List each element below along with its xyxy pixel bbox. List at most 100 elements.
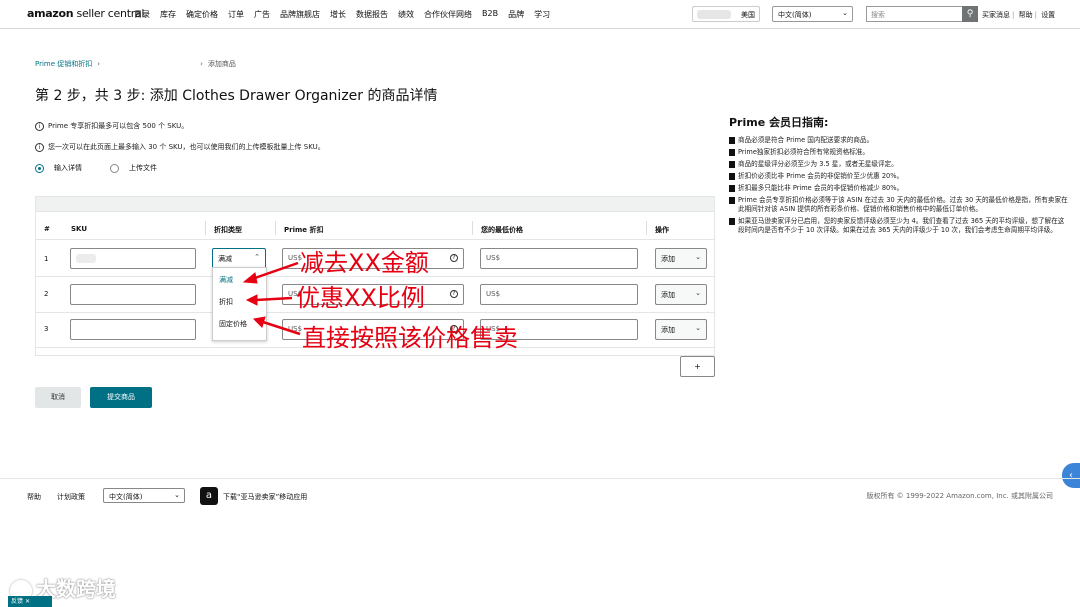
buyer-messages-link[interactable]: 买家消息: [982, 11, 1010, 19]
chevron-down-icon: ⌄: [695, 289, 701, 297]
guide-title: Prime 会员日指南:: [729, 116, 829, 129]
nav-orders[interactable]: 订单: [228, 9, 244, 20]
guide-item-text: 商品必须是符合 Prime 国内配送要求的商品。: [738, 136, 874, 144]
footer-policy-link[interactable]: 计划政策: [57, 492, 85, 502]
action-select[interactable]: 添加 ⌄: [655, 284, 707, 305]
nav-partner-network[interactable]: 合作伙伴网络: [424, 9, 472, 20]
discount-type-value: 满减: [218, 255, 232, 263]
nav-growth[interactable]: 增长: [330, 9, 346, 20]
close-icon[interactable]: ✕: [25, 598, 30, 605]
col-header-lowest-price: 您的最低价格: [481, 226, 523, 234]
col-header-prime-discount: Prime 折扣: [284, 226, 324, 234]
guide-item: Prime独家折扣必须符合所有常规资格标准。: [729, 148, 1069, 157]
flag-icon: [729, 149, 735, 156]
header-links: 买家消息 | 帮助 | 设置: [982, 10, 1057, 20]
page-title: 第 2 步，共 3 步: 添加 Clothes Drawer Organizer…: [35, 88, 438, 104]
guide-item: 如果亚马逊卖家评分已启用，您的卖家反馈评级必须至少为 4。我们查看了过去 365…: [729, 217, 1069, 235]
flag-icon: [729, 173, 735, 180]
action-value: 添加: [661, 255, 675, 263]
cancel-button[interactable]: 取消: [35, 387, 81, 408]
nav-brands[interactable]: 品牌: [508, 9, 524, 20]
sku-input[interactable]: [70, 248, 196, 269]
lowest-price-input[interactable]: US$: [480, 284, 638, 305]
nav-reports[interactable]: 数据报告: [356, 9, 388, 20]
side-panel-toggle[interactable]: ‹: [1062, 463, 1080, 488]
language-value: 中文(简体): [778, 11, 812, 19]
nav-advertising[interactable]: 广告: [254, 9, 270, 20]
nav-stores[interactable]: 品牌旗舰店: [280, 9, 320, 20]
nav-inventory[interactable]: 库存: [160, 9, 176, 20]
dropdown-option-amount-off[interactable]: 满减: [219, 275, 233, 285]
info-icon: i: [35, 142, 44, 152]
nav-pricing[interactable]: 确定价格: [186, 9, 218, 20]
divider: [36, 312, 714, 313]
sku-input[interactable]: [70, 319, 196, 340]
annotation-amount-off: 减去XX金额: [300, 249, 429, 277]
discount-type-select[interactable]: 满减 ⌃: [212, 248, 266, 269]
radio-label: 上传文件: [129, 164, 157, 172]
nav-learn[interactable]: 学习: [534, 9, 550, 20]
info-text: Prime 专享折扣最多可以包含 500 个 SKU。: [48, 122, 189, 130]
action-value: 添加: [661, 326, 675, 334]
feedback-label: 反馈: [11, 598, 24, 605]
nav-performance[interactable]: 绩效: [398, 9, 414, 20]
footer-help-link[interactable]: 帮助: [27, 492, 41, 502]
sku-redacted: [76, 254, 96, 263]
search-button[interactable]: ⚲: [962, 6, 978, 22]
guide-item-text: 商品的星级评分必须至少为 3.5 星，或者无星级评定。: [738, 160, 898, 168]
radio-unchecked-icon: [110, 163, 119, 173]
row-number: 3: [44, 325, 49, 333]
info-text: 您一次可以在此页面上最多输入 30 个 SKU，也可以使用我们的上传模板批量上传…: [48, 143, 325, 151]
breadcrumb-prime-promotions[interactable]: Prime 促销和折扣: [35, 60, 92, 68]
guide-item: 商品的星级评分必须至少为 3.5 星，或者无星级评定。: [729, 160, 1069, 169]
col-header-action: 操作: [655, 226, 669, 234]
guide-item-text: 折扣价必须比非 Prime 会员的非促销价至少优惠 20%。: [738, 172, 904, 180]
breadcrumb: Prime 促销和折扣 › › 添加商品: [35, 59, 236, 69]
chevron-up-icon: ⌃: [254, 253, 260, 261]
currency-prefix: US$: [288, 325, 303, 333]
store-marketplace: 美国: [741, 11, 755, 19]
guide-item-text: 如果亚马逊卖家评分已启用，您的卖家反馈评级必须至少为 4。我们查看了过去 365…: [738, 217, 1065, 234]
prime-day-guide: Prime 会员日指南: 商品必须是符合 Prime 国内配送要求的商品。 Pr…: [729, 114, 1069, 238]
nav-b2b[interactable]: B2B: [482, 9, 498, 20]
feedback-tab[interactable]: 反馈 ✕: [8, 596, 52, 607]
radio-label: 输入详情: [54, 164, 82, 172]
help-icon[interactable]: ?: [450, 290, 458, 298]
action-value: 添加: [661, 291, 675, 299]
search-input[interactable]: 搜索: [866, 6, 962, 22]
radio-manual-entry[interactable]: 输入详情: [35, 163, 82, 173]
submit-products-button[interactable]: 提交商品: [90, 387, 152, 408]
help-icon[interactable]: ?: [450, 254, 458, 262]
help-link[interactable]: 帮助: [1019, 11, 1033, 19]
guide-item-text: Prime独家折扣必须符合所有常规资格标准。: [738, 148, 869, 156]
dropdown-option-fixed-price[interactable]: 固定价格: [219, 319, 247, 329]
action-select[interactable]: 添加 ⌄: [655, 319, 707, 340]
store-selector[interactable]: 美国: [692, 6, 760, 22]
chevron-down-icon: ⌄: [695, 253, 701, 261]
footer-language-select[interactable]: 中文(简体) ⌄: [103, 488, 185, 503]
info-upload-hint: i 您一次可以在此页面上最多输入 30 个 SKU，也可以使用我们的上传模板批量上…: [35, 142, 325, 152]
lowest-price-input[interactable]: US$: [480, 248, 638, 269]
nav-catalog[interactable]: 目录: [134, 9, 150, 20]
seller-app-icon[interactable]: a: [200, 487, 218, 505]
chevron-down-icon: ⌄: [842, 9, 848, 17]
breadcrumb-separator: ›: [97, 60, 101, 68]
divider: [646, 221, 647, 235]
add-row-button[interactable]: +: [680, 356, 715, 377]
action-select[interactable]: 添加 ⌄: [655, 248, 707, 269]
breadcrumb-separator: ›: [200, 60, 203, 68]
breadcrumb-redacted: [105, 60, 195, 68]
copyright-text: 版权所有 © 1999-2022 Amazon.com, Inc. 或其附属公司: [866, 492, 1053, 500]
language-select[interactable]: 中文(简体) ⌄: [772, 6, 853, 22]
annotation-percent-off: 优惠XX比例: [296, 284, 425, 312]
row-number: 1: [44, 255, 49, 263]
dropdown-option-percent-off[interactable]: 折扣: [219, 297, 233, 307]
radio-upload-file[interactable]: 上传文件: [110, 163, 157, 173]
download-app-link[interactable]: 下载“亚马逊卖家”移动应用: [223, 492, 307, 502]
settings-link[interactable]: 设置: [1041, 11, 1055, 19]
flag-icon: [729, 137, 735, 144]
flag-icon: [729, 197, 735, 204]
seller-central-logo[interactable]: amazon seller central: [27, 7, 144, 20]
sku-input[interactable]: [70, 284, 196, 305]
footer-divider: [0, 478, 1080, 479]
